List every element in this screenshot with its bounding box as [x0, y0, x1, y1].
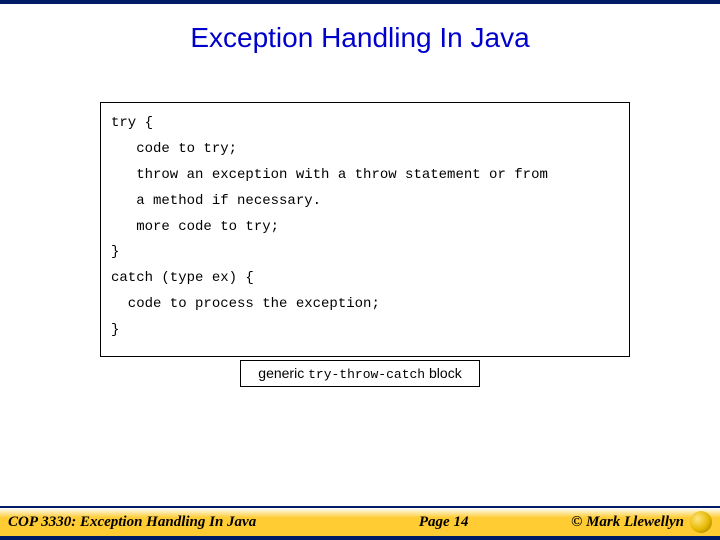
code-box: try { code to try; throw an exception wi… — [100, 102, 630, 357]
code-line: throw an exception with a throw statemen… — [111, 163, 619, 189]
footer-author-wrap: © Mark Llewellyn — [571, 511, 720, 533]
footer: COP 3330: Exception Handling In Java Pag… — [0, 506, 720, 540]
caption-mono: try-throw-catch — [308, 367, 425, 382]
footer-course: COP 3330: Exception Handling In Java — [0, 514, 256, 531]
code-line: a method if necessary. — [111, 189, 619, 215]
footer-author: © Mark Llewellyn — [571, 514, 684, 531]
ucf-logo-icon — [690, 511, 712, 533]
code-line: more code to try; — [111, 215, 619, 241]
caption-suffix: block — [425, 365, 462, 381]
code-line: } — [111, 240, 619, 266]
code-line: try { — [111, 111, 619, 137]
code-line: code to process the exception; — [111, 292, 619, 318]
code-line: catch (type ex) { — [111, 266, 619, 292]
code-line: } — [111, 318, 619, 344]
caption-box: generic try-throw-catch block — [240, 360, 480, 387]
code-line: code to try; — [111, 137, 619, 163]
slide-title: Exception Handling In Java — [0, 22, 720, 54]
caption-prefix: generic — [258, 365, 308, 381]
footer-page: Page 14 — [256, 514, 571, 531]
